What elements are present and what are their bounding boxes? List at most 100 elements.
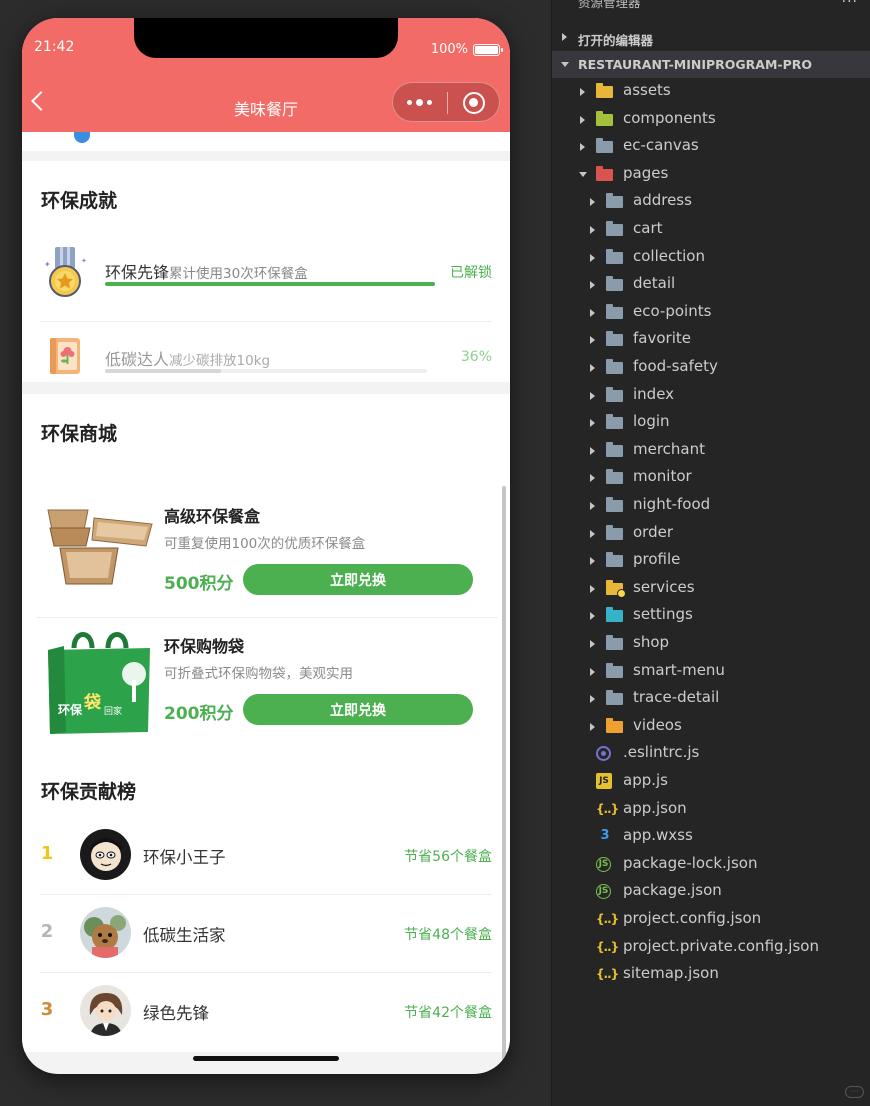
open-editors-section[interactable]: 打开的编辑器 xyxy=(552,24,870,51)
folder-icon xyxy=(606,248,623,264)
folder-services[interactable]: services xyxy=(552,575,870,602)
rank-row[interactable]: 3 绿色先锋 节省42个餐盒 xyxy=(40,973,492,1050)
tree-item-label: collection xyxy=(633,246,705,265)
shop-item-desc: 可重复使用100次的优质环保餐盒 xyxy=(164,536,366,552)
tree-item-label: package.json xyxy=(623,881,722,900)
folder-merchant[interactable]: merchant xyxy=(552,437,870,464)
chevron-right-icon xyxy=(590,695,595,704)
eco-shop-card: 环保商城 高级环保餐盒 可重复使用100次的优质环保餐盒 500积分 立即兑换 … xyxy=(22,394,510,758)
json-icon: {..} xyxy=(596,801,619,816)
tree-item-label: videos xyxy=(633,715,682,734)
folder-icon xyxy=(596,110,613,126)
folder-address[interactable]: address xyxy=(552,188,870,215)
tree-item-label: shop xyxy=(633,633,670,651)
battery-percent: 100% xyxy=(430,42,468,57)
tree-item-label: pages xyxy=(623,163,669,182)
more-icon[interactable] xyxy=(407,99,432,106)
chevron-right-icon xyxy=(580,88,585,96)
tree-item-label: merchant xyxy=(633,439,706,458)
folder-icon xyxy=(606,414,623,430)
folder-shop[interactable]: shop xyxy=(552,630,870,657)
folder-trace-detail[interactable]: trace-detail xyxy=(552,685,870,712)
file-explorer: 资源管理器 ··· 打开的编辑器 RESTAURANT-MINIPROGRAM-… xyxy=(551,0,870,1106)
folder-login[interactable]: login xyxy=(552,409,870,436)
folder-videos[interactable]: videos xyxy=(552,713,870,740)
eslint-icon xyxy=(596,746,611,762)
avatar xyxy=(80,829,131,880)
folder-order[interactable]: order xyxy=(552,520,870,547)
tree-item-label: trace-detail xyxy=(633,688,720,707)
folder-monitor[interactable]: monitor xyxy=(552,464,870,491)
lunchbox-image xyxy=(44,500,154,606)
folder-profile[interactable]: profile xyxy=(552,547,870,574)
tree-item-label: settings xyxy=(633,605,693,624)
folder-assets[interactable]: assets xyxy=(552,78,870,105)
tree-item-label: eco-points xyxy=(633,301,712,320)
watermark: ··· xyxy=(845,1086,864,1098)
shop-item[interactable]: 高级环保餐盒 可重复使用100次的优质环保餐盒 500积分 立即兑换 xyxy=(36,488,498,616)
folder-settings[interactable]: settings xyxy=(552,602,870,629)
folder-smart-menu[interactable]: smart-menu xyxy=(552,658,870,685)
ranking-card: 环保贡献榜 1 环保小王子 节省56个餐盒 2 低碳生活家 节省48个餐盒 3 … xyxy=(22,752,510,1052)
folder-icon xyxy=(606,717,623,733)
tree-item-label: services xyxy=(633,577,695,596)
battery-status: 100% xyxy=(430,42,503,57)
scrollbar[interactable] xyxy=(502,486,506,1074)
avatar xyxy=(80,907,131,958)
svg-text:回家: 回家 xyxy=(104,705,122,717)
achievement-item-locked[interactable]: 低碳达人减少碳排放10kg 36% xyxy=(40,322,492,399)
achievement-item[interactable]: ✦ ✦ 环保先锋累计使用30次环保餐盒 已解锁 xyxy=(40,235,492,312)
file-projectprivateconfigjson[interactable]: {..} project.private.config.json xyxy=(552,934,870,961)
file-appjson[interactable]: {..} app.json xyxy=(552,796,870,823)
file-projectconfigjson[interactable]: {..} project.config.json xyxy=(552,906,870,933)
chevron-right-icon xyxy=(562,33,567,41)
project-name: RESTAURANT-MINIPROGRAM-PRO xyxy=(578,57,813,72)
shop-item-name: 环保购物袋 xyxy=(164,637,245,656)
folder-icon xyxy=(606,221,623,236)
redeem-button[interactable]: 立即兑换 xyxy=(243,564,473,595)
tree-item-label: profile xyxy=(633,550,681,569)
tree-item-label: order xyxy=(633,522,673,541)
nodejs-icon: JS xyxy=(596,856,611,872)
folder-index[interactable]: index xyxy=(552,382,870,409)
project-section[interactable]: RESTAURANT-MINIPROGRAM-PRO xyxy=(552,51,870,78)
achievements-card: 环保成就 ✦ ✦ 环保先锋累计使用30次环保餐盒 已解锁 低碳达人减少碳排放10… xyxy=(22,161,510,382)
folder-collection[interactable]: collection xyxy=(552,244,870,271)
chevron-right-icon xyxy=(590,336,595,345)
file-appwxss[interactable]: 3 app.wxss xyxy=(552,823,870,850)
folder-icon xyxy=(606,524,623,540)
chevron-right-icon xyxy=(580,115,585,124)
shop-item-points: 500积分 xyxy=(164,574,234,594)
file-eslintrcjs[interactable]: .eslintrc.js xyxy=(552,740,870,767)
chevron-right-icon xyxy=(590,253,595,262)
folder-cart[interactable]: cart xyxy=(552,216,870,243)
notch xyxy=(134,18,398,58)
file-sitemapjson[interactable]: {..} sitemap.json xyxy=(552,961,870,988)
achievement-label: 低碳达人减少碳排放10kg xyxy=(105,350,271,369)
page-content[interactable]: 环保成就 ✦ ✦ 环保先锋累计使用30次环保餐盒 已解锁 低碳达人减少碳排放10… xyxy=(22,18,510,1074)
folder-pages[interactable]: pages xyxy=(552,161,870,188)
folder-food-safety[interactable]: food-safety xyxy=(552,354,870,381)
rank-number: 2 xyxy=(40,921,54,942)
file-package-lockjson[interactable]: JS package-lock.json xyxy=(552,851,870,878)
folder-components[interactable]: components xyxy=(552,106,870,133)
more-actions-icon[interactable]: ··· xyxy=(842,0,858,10)
folder-icon xyxy=(606,690,623,706)
folder-detail[interactable]: detail xyxy=(552,271,870,298)
folder-icon xyxy=(596,138,613,154)
close-miniprogram-icon[interactable] xyxy=(463,92,485,114)
folder-night-food[interactable]: night-food xyxy=(552,492,870,519)
folder-ec-canvas[interactable]: ec-canvas xyxy=(552,133,870,160)
rank-row[interactable]: 2 低碳生活家 节省48个餐盒 xyxy=(40,895,492,972)
folder-icon xyxy=(606,607,623,623)
file-appjs[interactable]: JS app.js xyxy=(552,768,870,795)
folder-favorite[interactable]: favorite xyxy=(552,326,870,353)
redeem-button[interactable]: 立即兑换 xyxy=(243,694,473,725)
rank-row[interactable]: 1 环保小王子 节省56个餐盒 xyxy=(40,817,492,894)
folder-eco-points[interactable]: eco-points xyxy=(552,299,870,326)
file-packagejson[interactable]: JS package.json xyxy=(552,878,870,905)
shop-item[interactable]: 环保 袋 回家 环保购物袋 可折叠式环保购物袋，美观实用 200积分 立即兑换 xyxy=(36,618,498,746)
explorer-header: 资源管理器 xyxy=(578,0,641,10)
json-icon: {..} xyxy=(596,912,619,926)
chevron-right-icon xyxy=(580,143,585,152)
